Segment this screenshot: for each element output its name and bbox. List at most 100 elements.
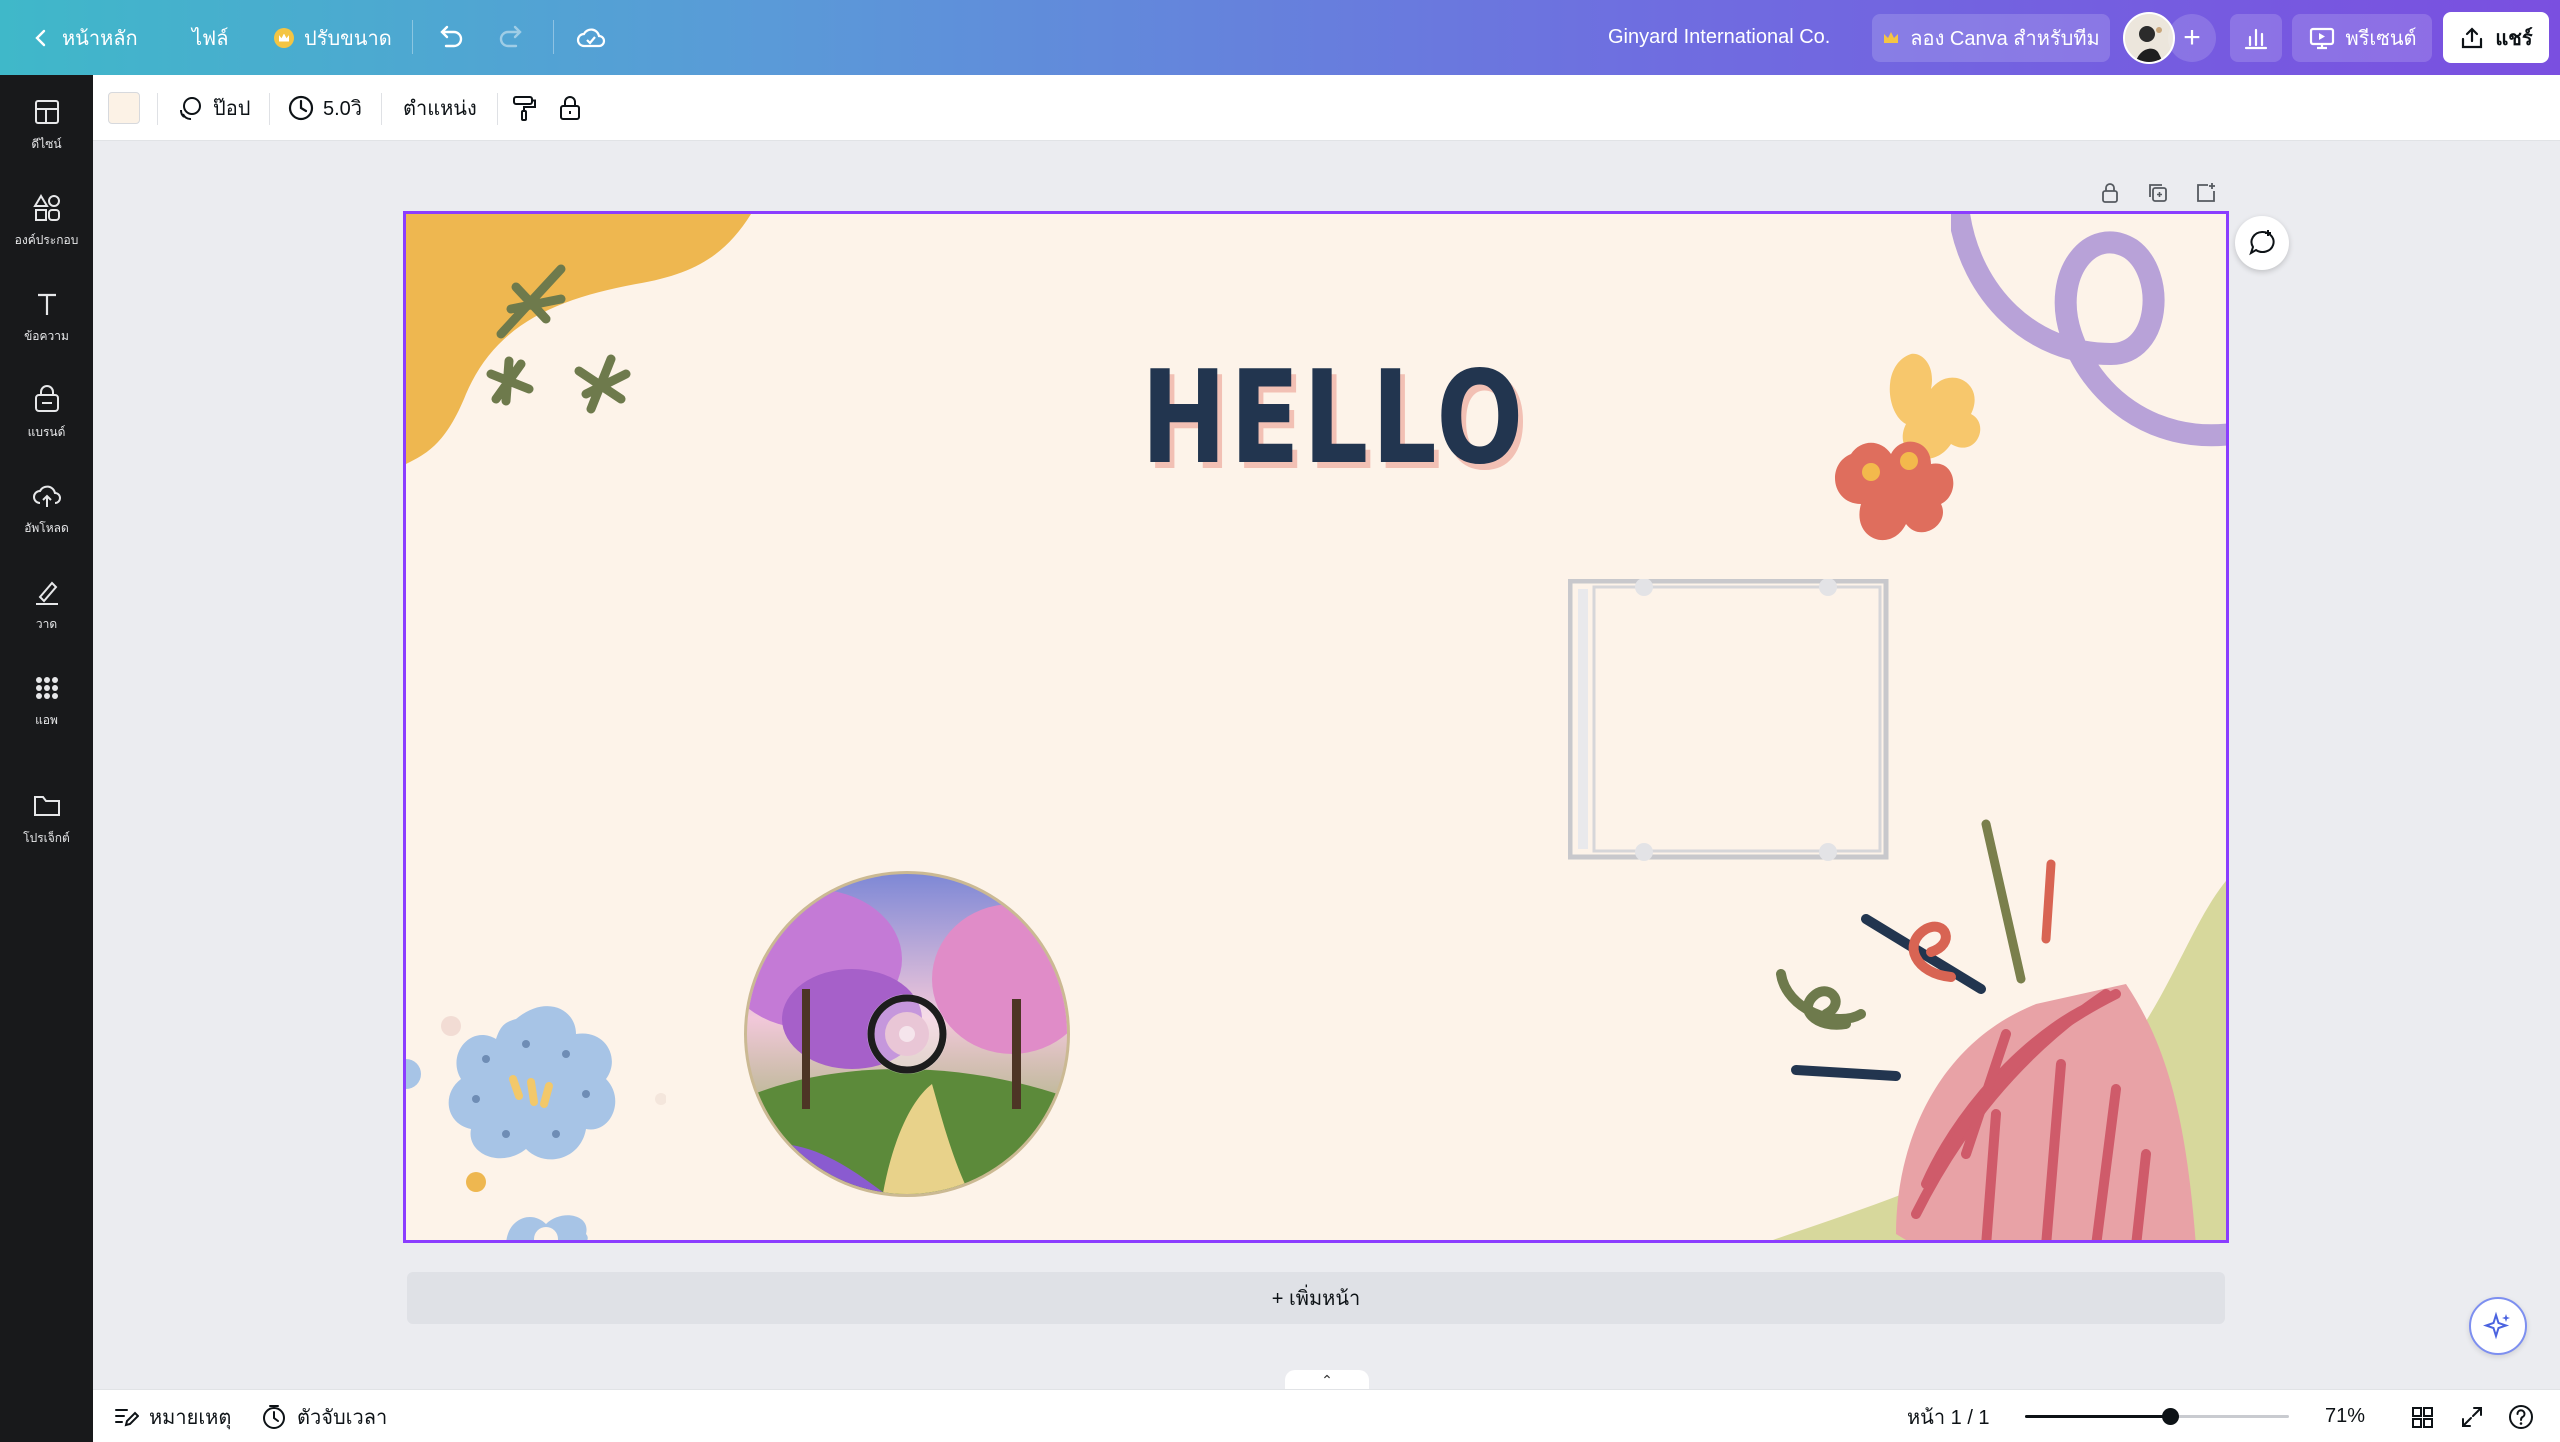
file-label: ไฟล์ — [192, 27, 229, 50]
grid-view-button[interactable] — [2409, 1390, 2435, 1442]
position-button[interactable]: ตำแหน่ง — [403, 75, 477, 141]
sidebar-item-label: แบรนด์ — [27, 424, 66, 439]
team-name-label: Ginyard International Co. — [1608, 26, 1831, 48]
zoom-level-label: 71% — [2325, 1405, 2366, 1427]
notes-button[interactable]: หมายเหตุ — [113, 1390, 231, 1442]
position-label: ตำแหน่ง — [403, 98, 477, 120]
save-status-button[interactable] — [575, 0, 607, 75]
duration-label: 5.0วิ — [323, 98, 363, 120]
bottom-right-doodles[interactable] — [1716, 814, 2229, 1243]
unlock-icon — [560, 96, 580, 120]
design-page[interactable]: HELLO — [403, 211, 2229, 1243]
sidebar-item-label: องค์ประกอบ — [14, 232, 79, 247]
paint-roller-icon — [513, 96, 536, 121]
zoom-slider-thumb[interactable] — [2162, 1408, 2180, 1425]
bar-chart-icon — [2244, 28, 2268, 50]
zoom-slider-fill — [2025, 1415, 2171, 1418]
present-button[interactable]: พรีเซนต์ — [2292, 14, 2432, 62]
animation-label: ป๊อป — [213, 98, 251, 120]
share-label: แชร์ — [2495, 27, 2533, 50]
divider — [553, 20, 554, 54]
sidebar-item-brand[interactable]: แบรนด์ — [0, 371, 93, 455]
comment-plus-icon — [2249, 230, 2275, 256]
divider — [381, 93, 382, 125]
zoom-slider[interactable] — [2025, 1408, 2289, 1425]
bottom-bar: หมายเหตุ ตัวจับเวลา หน้า 1 / 1 71% — [93, 1389, 2560, 1442]
lock-page-button[interactable] — [2095, 178, 2125, 208]
cd-disc-image[interactable] — [742, 869, 1072, 1199]
butterfly-sticker[interactable] — [1791, 344, 2011, 564]
animation-icon — [180, 97, 201, 120]
animate-button[interactable]: ป๊อป — [177, 75, 250, 141]
try-team-label: ลอง Canva สำหรับทีม — [1910, 28, 2100, 50]
sidebar-item-projects[interactable]: โปรเจ็กต์ — [0, 777, 93, 861]
file-menu-button[interactable]: ไฟล์ — [192, 0, 228, 75]
sidebar-item-label: ดีไซน์ — [31, 136, 62, 151]
add-comment-button[interactable] — [2235, 216, 2289, 270]
sidebar-item-elements[interactable]: องค์ประกอบ — [0, 179, 93, 263]
sparkle-icon — [2483, 1311, 2510, 1340]
sidebar-item-text[interactable]: ข้อความ — [0, 275, 93, 359]
timer-icon — [263, 1404, 285, 1429]
green-star-doodles[interactable] — [461, 249, 661, 449]
duration-button[interactable]: 5.0วิ — [287, 75, 362, 141]
add-page-bar[interactable]: + เพิ่มหน้า — [407, 1272, 2225, 1324]
lock-button[interactable] — [555, 75, 585, 141]
sidebar-item-label: อัพโหลด — [24, 520, 69, 535]
context-toolbar: ป๊อป 5.0วิ ตำแหน่ง — [93, 75, 2560, 141]
timer-button[interactable]: ตัวจับเวลา — [261, 1390, 387, 1442]
brand-icon — [34, 384, 59, 412]
expand-pages-tab[interactable]: ⌃ — [1285, 1370, 1369, 1390]
blue-flower-doodles[interactable] — [406, 984, 666, 1243]
background-color-swatch[interactable] — [108, 92, 140, 124]
grid-view-icon — [2412, 1406, 2433, 1428]
cloud-check-icon — [576, 27, 606, 47]
layout-icon — [34, 99, 59, 124]
divider — [497, 93, 498, 125]
undo-button[interactable] — [434, 0, 466, 75]
share-upload-icon — [2462, 26, 2483, 48]
lock-icon — [2102, 183, 2118, 203]
resize-label: ปรับขนาด — [304, 27, 392, 50]
sidebar-item-design[interactable]: ดีไซน์ — [0, 83, 93, 167]
add-page-icon — [2197, 183, 2215, 202]
magic-assistant-button[interactable] — [2469, 1297, 2527, 1355]
upload-icon — [32, 485, 61, 507]
sidebar-item-apps[interactable]: แอพ — [0, 659, 93, 743]
invite-button[interactable]: + — [2168, 14, 2216, 62]
zoom-level-button[interactable]: 71% — [2325, 1390, 2365, 1442]
text-icon — [37, 293, 56, 315]
timer-label: ตัวจับเวลา — [297, 1406, 388, 1429]
sidebar-item-label: โปรเจ็กต์ — [23, 830, 70, 845]
notes-label: หมายเหตุ — [149, 1406, 232, 1429]
redo-button[interactable] — [496, 0, 528, 75]
add-page-button[interactable] — [2191, 178, 2221, 208]
copy-style-button[interactable] — [509, 75, 539, 141]
chevron-up-icon: ⌃ — [1321, 1371, 1333, 1388]
present-icon — [2309, 27, 2334, 50]
sidebar-item-draw[interactable]: วาด — [0, 563, 93, 647]
insights-button[interactable] — [2230, 14, 2282, 62]
hello-heading[interactable]: HELLO — [1141, 344, 1527, 493]
team-name[interactable]: Ginyard International Co. — [1608, 0, 1830, 75]
duplicate-icon — [2149, 184, 2167, 202]
share-button[interactable]: แชร์ — [2443, 12, 2549, 63]
duplicate-page-button[interactable] — [2143, 178, 2173, 208]
sidebar-item-upload[interactable]: อัพโหลด — [0, 467, 93, 551]
home-button[interactable]: หน้าหลัก — [30, 0, 138, 75]
present-label: พรีเซนต์ — [2345, 28, 2417, 50]
left-sidebar: ดีไซน์ องค์ประกอบ ข้อความ แบรนด์ อัพโหลด… — [0, 75, 93, 1442]
page-indicator-label: หน้า 1 / 1 — [1907, 1406, 1990, 1429]
help-button[interactable] — [2507, 1390, 2535, 1442]
sidebar-item-label: วาด — [35, 616, 58, 631]
undo-icon — [440, 25, 463, 47]
redo-icon — [499, 25, 522, 47]
crown-icon — [274, 27, 294, 48]
home-label: หน้าหลัก — [62, 27, 138, 50]
apps-icon — [35, 676, 58, 699]
resize-button[interactable]: ปรับขนาด — [274, 0, 392, 75]
crown-icon — [1884, 32, 1899, 43]
fullscreen-button[interactable] — [2459, 1390, 2485, 1442]
page-indicator[interactable]: หน้า 1 / 1 — [1907, 1390, 1990, 1442]
try-canva-teams-button[interactable]: ลอง Canva สำหรับทีม — [1872, 14, 2110, 62]
